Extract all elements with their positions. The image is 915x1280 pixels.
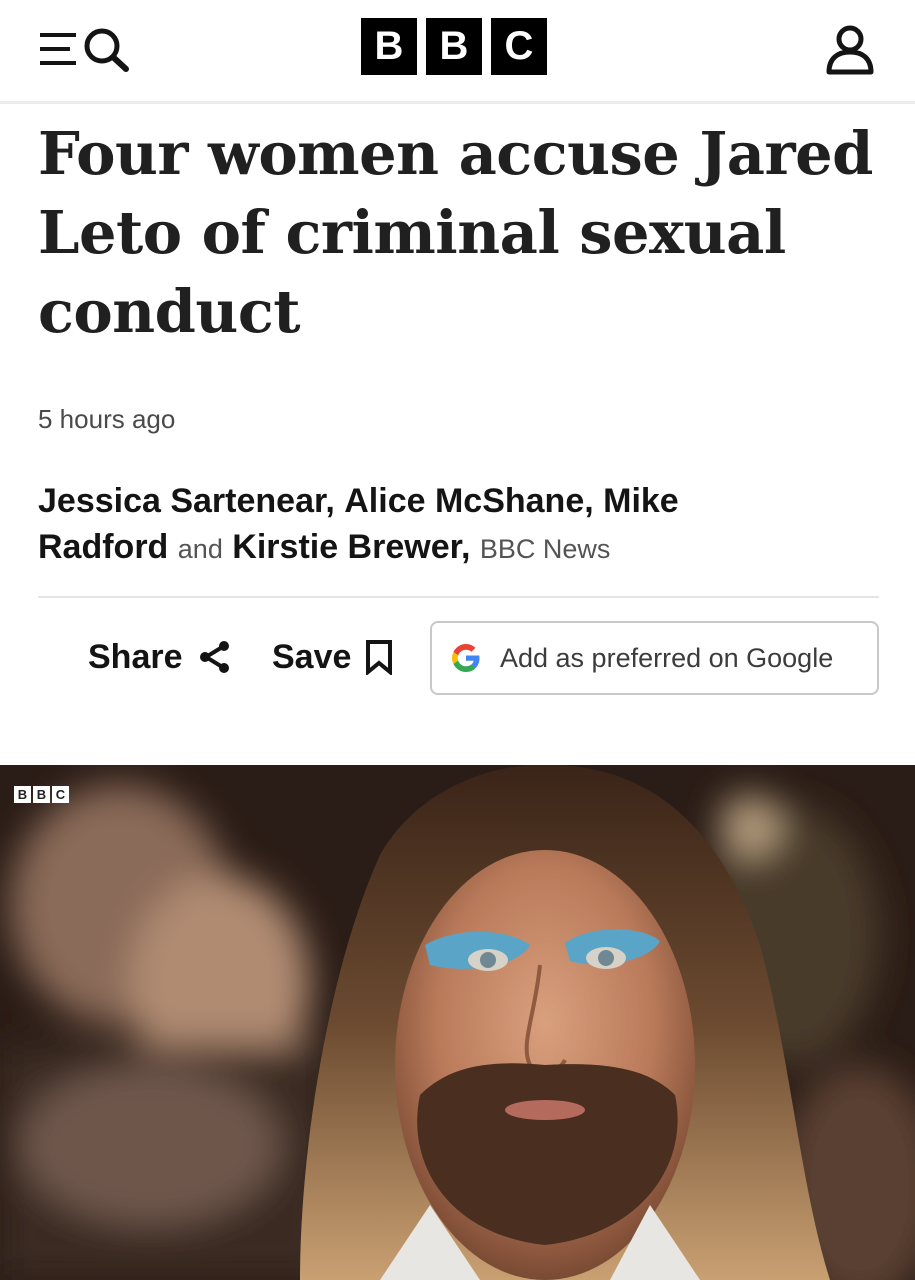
article-headline: Four women accuse Jared Leto of criminal…	[38, 119, 873, 346]
article-byline: Jessica Sartenear, Alice McShane, Mike R…	[38, 478, 798, 572]
save-label: Save	[272, 637, 352, 676]
menu-icon	[40, 33, 76, 65]
hero-watermark: B B C	[14, 786, 69, 803]
logo-letter-b1: B	[361, 18, 417, 75]
account-button[interactable]	[822, 24, 878, 76]
share-label: Share	[88, 637, 183, 676]
search-icon	[84, 28, 129, 72]
hero-photo	[0, 765, 915, 1280]
top-navigation-bar: B B C	[0, 0, 915, 102]
watermark-letter: B	[33, 786, 50, 803]
save-button[interactable]: Save	[272, 634, 393, 680]
watermark-letter: C	[52, 786, 69, 803]
account-icon	[826, 25, 874, 75]
author-name: Jessica Sartenear,	[38, 482, 335, 520]
byline-divider	[38, 596, 879, 598]
article-timestamp: 5 hours ago	[38, 404, 176, 434]
menu-search-button[interactable]	[38, 26, 134, 72]
article-hero-image[interactable]: B B C	[0, 765, 915, 1280]
header-divider	[0, 101, 915, 104]
author-name: Alice McShane,	[344, 482, 594, 520]
logo-letter-b2: B	[426, 18, 482, 75]
add-preferred-google-button[interactable]: Add as preferred on Google	[430, 621, 879, 695]
byline-connector: and	[177, 534, 223, 564]
bbc-logo[interactable]: B B C	[361, 18, 547, 75]
google-button-label: Add as preferred on Google	[500, 642, 834, 673]
share-icon	[199, 641, 229, 673]
logo-letter-c: C	[491, 18, 547, 75]
watermark-letter: B	[14, 786, 31, 803]
bookmark-icon	[366, 640, 393, 675]
google-icon	[452, 644, 480, 672]
share-button[interactable]: Share	[88, 634, 231, 680]
author-name: Kirstie Brewer,	[232, 528, 471, 566]
byline-organisation: BBC News	[479, 534, 611, 564]
